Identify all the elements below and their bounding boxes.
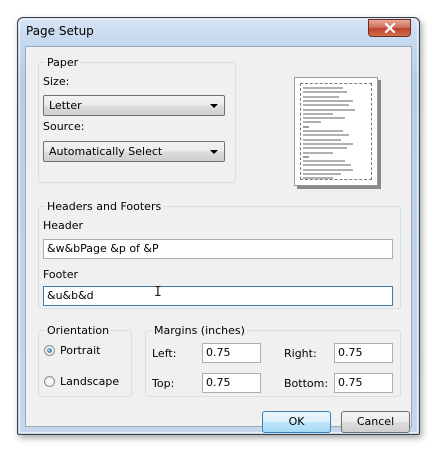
preview-text-line	[303, 134, 349, 137]
preview-text-line	[303, 147, 347, 150]
preview-text-line	[303, 99, 353, 102]
preview-text-line	[303, 142, 353, 145]
preview-text-line	[303, 108, 355, 111]
preview-text-line	[303, 173, 341, 175]
preview-text-line	[303, 117, 345, 120]
preview-text-line	[303, 104, 349, 107]
orientation-group: Orientation Portrait Landscape	[38, 324, 132, 397]
page-setup-dialog: Page Setup Paper Size: Letter Source: Au…	[17, 17, 420, 435]
window-title: Page Setup	[26, 24, 94, 38]
paper-group-title: Paper	[45, 56, 81, 69]
header-label: Header	[43, 219, 84, 232]
preview-text-line	[303, 138, 341, 141]
source-select[interactable]: Automatically Select	[43, 141, 225, 162]
source-select-value: Automatically Select	[49, 145, 163, 158]
top-margin-input[interactable]: 0.75	[202, 373, 261, 393]
close-icon	[384, 23, 395, 33]
chevron-down-icon	[210, 104, 218, 108]
cancel-button[interactable]: Cancel	[341, 411, 410, 433]
preview-text-line	[303, 130, 343, 132]
left-margin-label: Left:	[152, 347, 177, 360]
preview-text-line	[303, 87, 343, 89]
footer-label: Footer	[43, 268, 78, 281]
size-label: Size:	[43, 75, 70, 88]
ok-button[interactable]: OK	[262, 411, 331, 433]
bottom-margin-label: Bottom:	[284, 377, 329, 390]
dialog-body: Paper Size: Letter Source: Automatically…	[25, 46, 412, 433]
margins-title: Margins (inches)	[152, 324, 247, 337]
preview-text-line	[303, 155, 309, 158]
page-preview	[294, 77, 378, 186]
footer-input[interactable]: &u&b&d	[43, 286, 393, 306]
landscape-radio[interactable]	[44, 376, 55, 387]
size-select-value: Letter	[49, 99, 82, 112]
portrait-label[interactable]: Portrait	[60, 344, 100, 357]
size-select[interactable]: Letter	[43, 95, 225, 116]
preview-text-line	[303, 177, 333, 180]
right-margin-input[interactable]: 0.75	[334, 343, 393, 363]
landscape-label[interactable]: Landscape	[60, 375, 119, 388]
preview-text-line	[303, 160, 345, 163]
preview-text-line	[303, 95, 339, 98]
preview-text-line	[303, 112, 333, 115]
headers-footers-group: Headers and Footers Header &w&bPage &p o…	[38, 200, 401, 309]
left-margin-input[interactable]: 0.75	[202, 343, 261, 363]
preview-text-line	[303, 151, 333, 154]
paper-group: Paper Size: Letter Source: Automatically…	[38, 56, 236, 183]
close-button[interactable]	[368, 19, 411, 37]
header-input[interactable]: &w&bPage &p of &P	[43, 239, 393, 259]
bottom-margin-input[interactable]: 0.75	[334, 373, 393, 393]
source-label: Source:	[43, 120, 85, 133]
preview-text-line	[303, 125, 309, 128]
text-cursor-icon: I	[154, 285, 162, 300]
margins-group: Margins (inches) Left: 0.75 Right: 0.75 …	[145, 324, 401, 397]
headers-footers-title: Headers and Footers	[45, 200, 164, 213]
preview-text-line	[303, 121, 321, 124]
right-margin-label: Right:	[284, 347, 317, 360]
orientation-title: Orientation	[45, 324, 112, 337]
preview-text-line	[303, 164, 351, 167]
preview-text-line	[303, 168, 353, 171]
top-margin-label: Top:	[152, 377, 175, 390]
preview-text-line	[303, 91, 347, 94]
portrait-radio[interactable]	[44, 345, 55, 356]
chevron-down-icon	[210, 150, 218, 154]
